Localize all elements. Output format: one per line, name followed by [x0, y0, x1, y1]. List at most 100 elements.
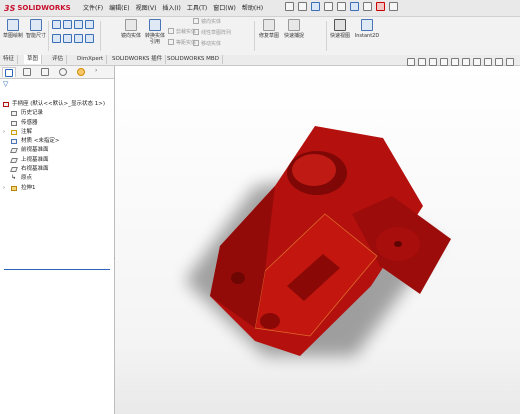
tree-item-sensors[interactable]: 传感器	[0, 119, 114, 128]
menu-bar: 文件(F) 编辑(E) 视图(V) 插入(I) 工具(T) 窗口(W) 帮助(H…	[83, 3, 263, 12]
relations-icon	[263, 19, 275, 31]
offset-entities-button[interactable]: 等距实体	[168, 39, 196, 46]
feature-manager-tab[interactable]	[2, 67, 16, 77]
rebuild-icon[interactable]	[363, 2, 372, 11]
command-manager-ribbon: 草图绘制 智能尺寸 镜向实体 转换实体引用 剪裁实体 等距实体 镜向实体 线性草…	[0, 17, 520, 56]
trim-icon	[168, 28, 174, 34]
expand-caret-icon[interactable]: ›	[3, 128, 5, 137]
property-manager-tab[interactable]	[20, 67, 34, 77]
tree-item-annotations[interactable]: › 注解	[0, 128, 114, 137]
menu-help[interactable]: 帮助(H)	[242, 3, 263, 12]
menu-edit[interactable]: 编辑(E)	[109, 3, 129, 12]
section-view-icon[interactable]	[440, 58, 448, 66]
instant2d-button[interactable]: Instant2D	[354, 19, 380, 39]
open-folder-icon[interactable]	[298, 2, 307, 11]
slot-icon[interactable]	[52, 34, 61, 43]
tree-item-label: 材质 <未指定>	[21, 138, 60, 145]
previous-view-icon[interactable]	[429, 58, 437, 66]
mirror-entities-button[interactable]: 镜向实体	[120, 19, 142, 39]
menu-insert[interactable]: 插入(I)	[162, 3, 180, 12]
hide-show-items-icon[interactable]	[473, 58, 481, 66]
save-icon[interactable]	[311, 2, 320, 11]
quick-snaps-button[interactable]: 快速捕捉	[283, 19, 305, 39]
tree-item-history[interactable]: 历史记录	[0, 109, 114, 118]
linear-pattern-button[interactable]: 线性草图阵列	[193, 29, 231, 36]
quick-snaps-icon	[288, 19, 300, 31]
options-gear-icon[interactable]	[389, 2, 398, 11]
tab-dimxpert[interactable]: DimXpert	[74, 55, 108, 64]
graphics-viewport[interactable]	[115, 58, 520, 414]
rollback-bar[interactable]	[4, 269, 110, 270]
zoom-to-fit-icon[interactable]	[407, 58, 415, 66]
new-document-icon[interactable]	[285, 2, 294, 11]
spline-icon[interactable]	[85, 20, 94, 29]
apply-scene-icon[interactable]	[495, 58, 503, 66]
trim-entities-button[interactable]: 剪裁实体	[168, 28, 196, 35]
linear-pattern-label: 线性草图阵列	[201, 30, 232, 36]
sensor-icon	[11, 120, 17, 126]
rapid-sketch-button[interactable]: 快速视图	[329, 19, 351, 39]
ribbon-separator	[48, 21, 49, 51]
tree-root[interactable]: 手柄座 (默认<<默认>_显示状态 1>)	[0, 100, 114, 109]
tab-solidworks-mbd[interactable]: SOLIDWORKS MBD	[164, 55, 223, 64]
tab-solidworks-addins[interactable]: SOLIDWORKS 插件	[109, 55, 167, 64]
tree-root-label: 手柄座 (默认<<默认>_显示状态 1>)	[12, 101, 105, 107]
select-cursor-icon[interactable]	[350, 2, 359, 11]
crosshair-icon	[59, 68, 67, 76]
edit-appearance-icon[interactable]	[484, 58, 492, 66]
display-style-icon[interactable]	[462, 58, 470, 66]
arc-icon[interactable]	[74, 34, 83, 43]
tree-item-label: 传感器	[21, 119, 38, 126]
view-orientation-icon[interactable]	[451, 58, 459, 66]
fillet-icon[interactable]	[85, 34, 94, 43]
sketch-button[interactable]: 草图绘制	[3, 19, 23, 39]
undo-icon[interactable]	[337, 2, 346, 11]
rectangle-icon[interactable]	[63, 20, 72, 29]
title-bar: 3S SOLIDWORKS 文件(F) 编辑(E) 视图(V) 插入(I) 工具…	[0, 0, 520, 17]
display-manager-tab[interactable]	[74, 67, 88, 77]
smart-dimension-button[interactable]: 智能尺寸	[26, 19, 46, 39]
panel-expand-arrow-icon[interactable]: ›	[95, 67, 97, 74]
polygon-icon[interactable]	[63, 34, 72, 43]
quick-snaps-label: 快速捕捉	[283, 33, 304, 39]
line-icon[interactable]	[52, 20, 61, 29]
display-delete-relations-button[interactable]: 修复草图	[258, 19, 280, 39]
material-icon	[11, 139, 17, 145]
configuration-manager-tab[interactable]	[38, 67, 52, 77]
move-entities-button[interactable]: 移动实体	[193, 40, 221, 47]
tree-item-origin[interactable]: ↳ 原点	[0, 174, 114, 183]
app-prefix: 3S	[4, 3, 16, 13]
menu-tools[interactable]: 工具(T)	[187, 3, 207, 12]
tree-item-label: 注解	[21, 128, 33, 135]
print-icon[interactable]	[324, 2, 333, 11]
view-settings-icon[interactable]	[506, 58, 514, 66]
tree-item-front-plane[interactable]: 前视基准面	[0, 146, 114, 155]
tab-evaluate[interactable]: 评估	[49, 55, 68, 64]
grey-mirror-button[interactable]: 镜向实体	[193, 18, 221, 25]
mirror-label: 镜向实体	[120, 33, 141, 39]
zoom-to-area-icon[interactable]	[418, 58, 426, 66]
convert-entities-button[interactable]: 转换实体引用	[143, 19, 167, 45]
tree-item-label: 原点	[21, 175, 33, 182]
traffic-light-icon[interactable]	[376, 2, 385, 11]
tab-sketch[interactable]: 草图	[24, 55, 43, 64]
tree-item-material[interactable]: 材质 <未指定>	[0, 137, 114, 146]
tree-item-extrude[interactable]: › 拉伸1	[0, 184, 114, 193]
tab-features[interactable]: 特征	[0, 55, 19, 64]
sketch-entity-tools	[52, 20, 96, 43]
menu-file[interactable]: 文件(F)	[83, 3, 103, 12]
configuration-icon	[41, 68, 49, 76]
circle-icon[interactable]	[74, 20, 83, 29]
dimxpert-manager-tab[interactable]	[56, 67, 70, 77]
rapid-sketch-label: 快速视图	[329, 33, 350, 39]
part-model[interactable]	[115, 66, 520, 414]
tree-item-right-plane[interactable]: 右视基准面	[0, 165, 114, 174]
menu-view[interactable]: 视图(V)	[136, 3, 157, 12]
expand-caret-icon[interactable]: ›	[3, 184, 5, 193]
tree-item-label: 右视基准面	[21, 166, 49, 173]
tree-item-top-plane[interactable]: 上视基准面	[0, 156, 114, 165]
filter-icon[interactable]: ▽	[3, 80, 8, 88]
menu-window[interactable]: 窗口(W)	[213, 3, 236, 12]
convert-entities-icon	[149, 19, 161, 31]
solidworks-logo[interactable]: 3S SOLIDWORKS	[4, 2, 71, 14]
